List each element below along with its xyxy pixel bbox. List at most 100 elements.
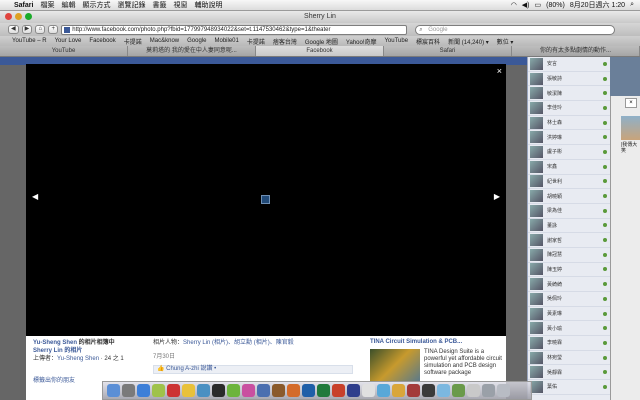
friend-list-item[interactable]: 洪婷琳 [528, 130, 610, 146]
friend-list-item[interactable]: 吳佩玲 [528, 292, 610, 307]
excel-icon[interactable] [317, 384, 330, 397]
finder-icon[interactable] [107, 384, 120, 397]
person-link[interactable]: Sherry Lin 的相片 [33, 347, 141, 355]
volume-icon[interactable]: ◀) [522, 1, 530, 9]
clock[interactable]: 8月20日週六 1:20 [570, 0, 625, 10]
close-icon[interactable]: × [497, 66, 502, 76]
bookmark-item[interactable]: YouTube [384, 38, 408, 44]
calendar-icon[interactable] [167, 384, 180, 397]
tab-facebook[interactable]: Facebook [256, 46, 384, 56]
skype-icon[interactable] [377, 384, 390, 397]
spotlight-icon[interactable]: ⌕ [630, 1, 634, 9]
home-button[interactable]: ⌂ [35, 25, 46, 34]
friend-list-item[interactable]: 董詠 [528, 219, 610, 234]
friend-list-item[interactable]: 宋鑫 [528, 160, 610, 175]
friend-list-item[interactable]: 陳玉婷 [528, 263, 610, 278]
friend-list-item[interactable]: 李佳玲 [528, 101, 610, 116]
itunes-icon[interactable] [242, 384, 255, 397]
zoom-window-icon[interactable] [25, 13, 32, 20]
friend-list-item[interactable]: 胡曉穎 [528, 189, 610, 204]
battery-icon[interactable]: ▭ [535, 1, 542, 9]
bookmark-item[interactable]: YouTube – R [12, 38, 47, 44]
friend-list-item[interactable]: 黃小瑜 [528, 321, 610, 337]
friend-list-item[interactable]: 葉佑 [528, 380, 610, 395]
bookmark-item[interactable]: Facebook [89, 38, 115, 44]
close-icon[interactable]: × [625, 98, 637, 108]
powerpoint-icon[interactable] [332, 384, 345, 397]
textedit-icon[interactable] [272, 384, 285, 397]
close-window-icon[interactable] [5, 13, 12, 20]
menu-item-view[interactable]: 顯示方式 [82, 0, 110, 10]
previous-photo-icon[interactable]: ◀ [32, 192, 38, 201]
back-button[interactable]: ◀ [8, 25, 19, 34]
tab-blog[interactable]: 莫莉塔的 我的愛在中人妻同意呢... [128, 46, 256, 56]
firefox-icon[interactable] [287, 384, 300, 397]
tagged-people[interactable]: Sherry Lin (相片)、胡立勳 (相片)、陳官毅 [183, 340, 294, 346]
photo-booth-icon[interactable] [212, 384, 225, 397]
friend-list-item[interactable]: 黃綺綺 [528, 277, 610, 292]
ad-title[interactable]: TINA Circuit Simulation & PCB... [370, 339, 504, 345]
bookmark-item[interactable]: Mac&know [150, 38, 179, 44]
app-icon[interactable] [407, 384, 420, 397]
friend-list-item[interactable]: 陳冠慧 [528, 248, 610, 263]
preview-icon[interactable] [257, 384, 270, 397]
like-text[interactable]: Chung A-zhi 說讚 • [166, 366, 216, 372]
owner-link[interactable]: Yu-Sheng Shen [33, 340, 77, 346]
tab-youtube[interactable]: YouTube [0, 46, 128, 56]
friend-list-item[interactable]: 敏潔陳 [528, 86, 610, 102]
search-input[interactable]: ⌕ Google [415, 24, 616, 35]
bookmark-item[interactable]: 標宸百科 [416, 37, 440, 46]
menu-item-edit[interactable]: 編輯 [61, 0, 75, 10]
menu-item-help[interactable]: 輔助說明 [194, 0, 222, 10]
bookmark-item[interactable]: Mobile01 [214, 38, 238, 44]
friend-list-item[interactable]: 紀世利 [528, 175, 610, 190]
app-icon[interactable] [452, 384, 465, 397]
friend-list-item[interactable]: 梁為佳 [528, 204, 610, 219]
bookmark-item[interactable]: Yahoo!奇摩 [346, 37, 377, 46]
friend-list-item[interactable]: 黃素琳 [528, 307, 610, 322]
downloads-stack-icon[interactable] [467, 384, 480, 397]
ad-image[interactable] [370, 349, 420, 381]
word-icon[interactable] [302, 384, 315, 397]
launchpad-icon[interactable] [122, 384, 135, 397]
bookmark-item[interactable]: 卡提諾 [247, 37, 265, 46]
friend-list-item[interactable]: 張敏詩 [528, 72, 610, 87]
documents-stack-icon[interactable] [482, 384, 495, 397]
sponsored-ad[interactable]: TINA Circuit Simulation & PCB... TINA De… [370, 339, 504, 381]
friend-list-item[interactable]: 謝家哲 [528, 233, 610, 248]
tab-safari[interactable]: Safari [384, 46, 512, 56]
mail-icon[interactable] [197, 384, 210, 397]
add-bookmark-button[interactable]: + [48, 25, 59, 34]
friend-list-item[interactable]: 盧子彬 [528, 145, 610, 160]
next-photo-icon[interactable]: ▶ [494, 192, 500, 201]
notes-icon[interactable] [182, 384, 195, 397]
friend-list-item[interactable]: 林宛瑩 [528, 351, 610, 366]
system-preferences-icon[interactable] [362, 384, 375, 397]
app-icon[interactable] [437, 384, 450, 397]
friend-list-item[interactable]: 安言 [528, 57, 610, 72]
photo-thumbnail[interactable] [621, 116, 640, 140]
ichat-icon[interactable] [152, 384, 165, 397]
bookmark-item[interactable]: Google [187, 38, 206, 44]
wifi-icon[interactable]: ◠ [511, 1, 517, 9]
app-icon[interactable] [392, 384, 405, 397]
bookmark-item[interactable]: Your Love [55, 38, 82, 44]
menu-item-history[interactable]: 瀏覽記錄 [117, 0, 145, 10]
app-icon[interactable] [422, 384, 435, 397]
forward-button[interactable]: ▶ [21, 25, 33, 34]
iphoto-icon[interactable] [227, 384, 240, 397]
friend-list-item[interactable]: 吳靜霖 [528, 365, 610, 381]
photoshop-icon[interactable] [347, 384, 360, 397]
friend-list-item[interactable]: 李曉霖 [528, 336, 610, 351]
trash-icon[interactable] [497, 384, 510, 397]
tab-article[interactable]: 你的有太多點劇情的動作... [512, 46, 640, 56]
bookmark-item[interactable]: 痞客台灣 [273, 37, 297, 46]
friend-list-item[interactable]: 林士森 [528, 116, 610, 131]
minimize-window-icon[interactable] [15, 13, 22, 20]
bookmark-item[interactable]: Google 地圖 [305, 37, 338, 46]
bookmark-item[interactable]: 卡提諾 [124, 37, 142, 46]
menu-item-file[interactable]: 檔案 [40, 0, 54, 10]
menu-app-name[interactable]: Safari [14, 2, 33, 9]
safari-icon[interactable] [137, 384, 150, 397]
bookmark-item[interactable]: 新聞 (14,240) ▾ [448, 37, 489, 46]
